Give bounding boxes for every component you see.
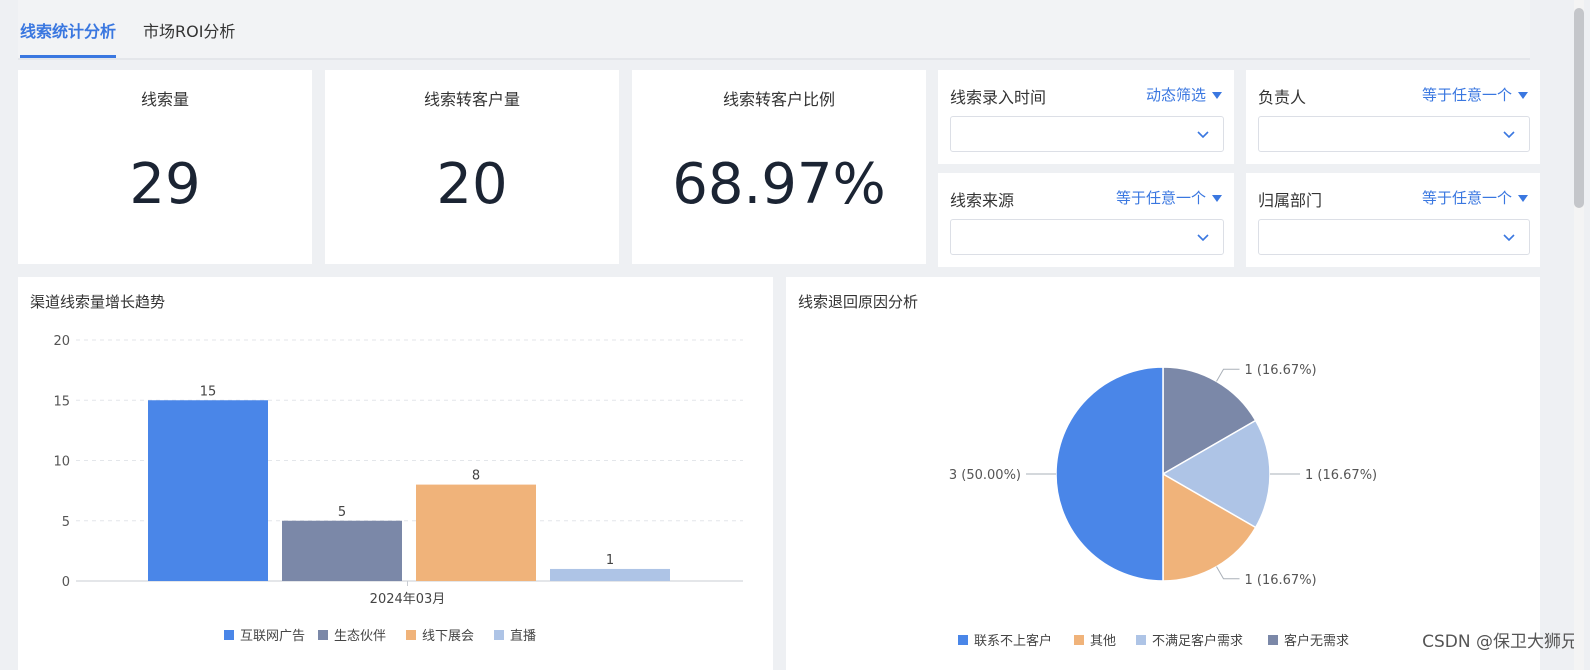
chevron-down-icon (1197, 131, 1209, 139)
legend-label: 互联网广告 (240, 629, 305, 644)
kpi-title: 线索量 (140, 90, 189, 109)
pie-data-label: 1 (16.67%) (1305, 468, 1377, 483)
filter-label: 线索来源 (950, 191, 1015, 210)
kpi-value: 68.97% (672, 152, 886, 217)
legend-label: 直播 (510, 629, 536, 644)
pie-data-label: 1 (16.67%) (1245, 363, 1317, 378)
filter-department: 归属部门 等于任意一个 (1246, 173, 1540, 267)
legend-swatch (1074, 635, 1084, 645)
legend-label: 不满足客户需求 (1152, 633, 1243, 649)
legend-label: 客户无需求 (1284, 633, 1349, 649)
kpi-value: 29 (129, 152, 201, 217)
caret-down-icon (1212, 195, 1222, 202)
kpi-card-conversion-rate: 线索转客户比例 68.97% (632, 70, 926, 264)
filter-mode-dropdown[interactable]: 动态筛选 (1146, 84, 1222, 105)
legend-swatch (1268, 635, 1278, 645)
y-tick-label: 5 (62, 515, 70, 530)
filter-mode-dropdown[interactable]: 等于任意一个 (1422, 187, 1528, 208)
filter-label: 线索录入时间 (950, 88, 1047, 107)
y-tick-label: 20 (53, 334, 70, 349)
caret-down-icon (1518, 195, 1528, 202)
legend-swatch (958, 635, 968, 645)
kpi-title: 线索转客户量 (423, 90, 520, 109)
filter-select[interactable] (1258, 116, 1530, 152)
caret-down-icon (1518, 92, 1528, 99)
bar-data-label: 15 (200, 384, 217, 399)
pie-data-label: 1 (16.67%) (1245, 573, 1317, 588)
filter-select[interactable] (950, 116, 1224, 152)
bar-互联网广告 (148, 400, 268, 581)
kpi-card-leads: 线索量 29 (18, 70, 312, 264)
legend-label: 生态伙伴 (334, 629, 386, 644)
bar-data-label: 1 (606, 553, 614, 568)
filter-mode-dropdown[interactable]: 等于任意一个 (1116, 187, 1222, 208)
chevron-down-icon (1197, 234, 1209, 242)
kpi-card-converted: 线索转客户量 20 (325, 70, 619, 264)
filter-label: 负责人 (1258, 88, 1307, 107)
bar-直播 (550, 568, 670, 581)
filter-lead-source: 线索来源 等于任意一个 (938, 173, 1234, 267)
bar-data-label: 8 (472, 469, 480, 484)
filter-select[interactable] (950, 219, 1224, 255)
watermark: CSDN @保卫大狮兄 (1422, 632, 1578, 652)
pie-leader-line (1216, 566, 1240, 580)
tab-market-roi[interactable]: 市场ROI分析 (143, 20, 235, 58)
bar-生态伙伴 (282, 520, 402, 581)
legend-label: 其他 (1090, 634, 1116, 649)
legend-label: 线下展会 (422, 629, 474, 644)
pie-chart-card: 线索退回原因分析 1 (16.67%) 1 (16.67%) 1 (16.67%) 3… (786, 277, 1540, 670)
filter-select[interactable] (1258, 219, 1530, 255)
legend-swatch (494, 630, 504, 640)
kpi-title: 线索转客户比例 (722, 90, 835, 109)
y-tick-label: 15 (53, 394, 70, 409)
filter-mode-dropdown[interactable]: 等于任意一个 (1422, 84, 1528, 105)
legend-swatch (224, 630, 234, 640)
scrollbar-thumb[interactable] (1574, 8, 1584, 208)
pie-chart: 1 (16.67%) 1 (16.67%) 1 (16.67%) 3 (50.00%)… (949, 363, 1377, 649)
tab-bar: 线索统计分析 市场ROI分析 (18, 0, 1530, 60)
y-tick-label: 0 (62, 575, 70, 590)
caret-down-icon (1212, 92, 1222, 99)
x-tick-label: 2024年03月 (370, 592, 446, 607)
bar-chart-card: 渠道线索量增长趋势 0 5 10 15 20 15 5 8 1 2024年03月 互联网广告 生态伙伴… (18, 277, 773, 670)
bar-chart: 0 5 10 15 20 15 5 8 1 2024年03月互联网广告 生态伙伴 线下展会 直播 (53, 334, 743, 644)
pie-data-label: 3 (50.00%) (949, 468, 1021, 483)
legend-swatch (406, 630, 416, 640)
chevron-down-icon (1503, 131, 1515, 139)
chevron-down-icon (1503, 234, 1515, 242)
legend-swatch (318, 630, 328, 640)
bar-data-label: 5 (338, 505, 346, 520)
kpi-value: 20 (436, 152, 508, 217)
filter-entry-time: 线索录入时间 动态筛选 (938, 70, 1234, 164)
vertical-scrollbar[interactable] (1574, 0, 1584, 670)
y-tick-label: 10 (53, 455, 70, 470)
pie-leader-line (1216, 368, 1240, 382)
filter-owner: 负责人 等于任意一个 (1246, 70, 1540, 164)
pie-slice-联系不上客户 (1055, 366, 1164, 582)
filter-label: 归属部门 (1258, 191, 1323, 210)
tab-lead-statistics[interactable]: 线索统计分析 (20, 20, 117, 58)
legend-swatch (1136, 635, 1146, 645)
legend-label: 联系不上客户 (974, 633, 1052, 649)
bar-线下展会 (416, 484, 536, 581)
